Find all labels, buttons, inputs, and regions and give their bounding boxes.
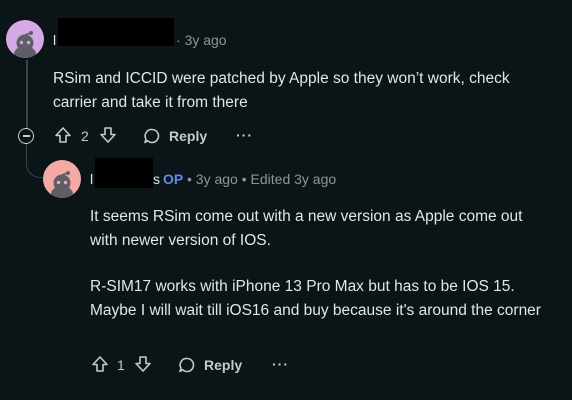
more-options-button[interactable]: ··· [272, 356, 289, 372]
edited-label: Edited 3y ago [250, 171, 337, 187]
downvote-icon [135, 356, 151, 372]
comment-paragraph: It seems RSim come out with a new versio… [90, 208, 523, 249]
separator: · [176, 32, 185, 48]
comment-body: RSim and ICCID were patched by Apple so … [53, 67, 533, 115]
reply-label: Reply [169, 128, 208, 144]
more-options-button[interactable]: ··· [236, 127, 253, 143]
comment-bubble-icon [144, 128, 160, 144]
collapse-icon[interactable] [18, 128, 34, 144]
username-tail[interactable]: s [153, 171, 160, 187]
downvote-icon [100, 127, 116, 143]
upvote-icon [55, 127, 71, 143]
vote-count: 2 [81, 128, 89, 144]
separator: • [187, 171, 192, 187]
reply-button[interactable]: Reply [143, 127, 207, 145]
upvote-button[interactable] [54, 126, 72, 144]
op-badge: OP [163, 171, 184, 187]
comment-time: · 3y ago [176, 32, 227, 48]
redacted-username [58, 18, 174, 46]
reply-label: Reply [204, 357, 243, 373]
upvote-button[interactable] [91, 355, 109, 373]
reply-button[interactable]: Reply [178, 356, 242, 374]
username[interactable]: l [53, 32, 56, 48]
thread-line [26, 60, 28, 132]
username[interactable]: l [90, 171, 93, 187]
avatar[interactable] [6, 20, 44, 58]
comment-paragraph: R-SIM17 works with iPhone 13 Pro Max but… [90, 278, 541, 319]
comment-time: • 3y ago • Edited 3y ago [187, 171, 337, 187]
downvote-button[interactable] [99, 126, 117, 144]
vote-count: 1 [117, 357, 125, 373]
separator: • [241, 171, 247, 187]
avatar[interactable] [43, 160, 81, 198]
comment-text: RSim and ICCID were patched by Apple so … [53, 70, 510, 111]
snoo-avatar-icon [14, 31, 36, 58]
downvote-button[interactable] [134, 355, 152, 373]
comment-body: It seems RSim come out with a new versio… [90, 205, 545, 323]
redacted-username [95, 158, 153, 188]
snoo-avatar-icon [51, 171, 73, 198]
upvote-icon [92, 356, 108, 372]
comment-bubble-icon [179, 357, 195, 373]
